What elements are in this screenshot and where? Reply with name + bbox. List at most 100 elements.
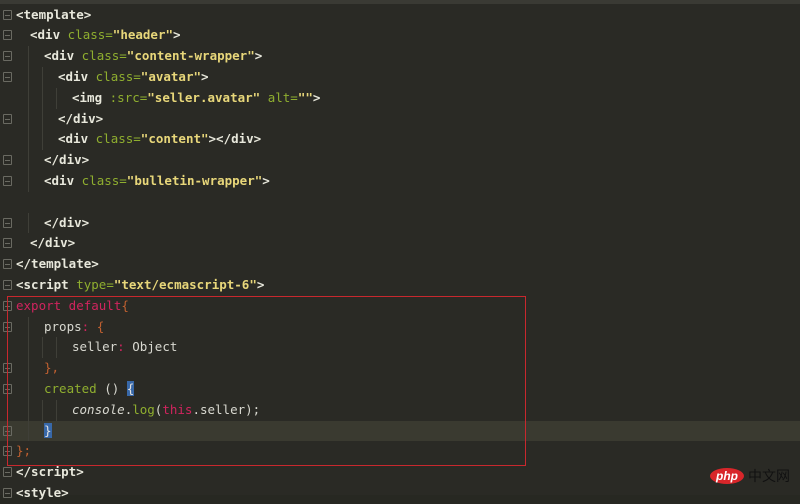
fold-marker-icon[interactable] (3, 51, 12, 62)
code-text: created () { (44, 379, 135, 400)
code-line[interactable]: created () { (0, 379, 800, 400)
code-token: "seller.avatar" (147, 89, 261, 105)
code-line[interactable]: </div> (0, 108, 800, 130)
code-token: > (262, 173, 270, 188)
code-line[interactable]: console.log(this.seller); (0, 399, 800, 421)
code-text: <div class="avatar"> (58, 67, 209, 88)
code-text: export default{ (16, 296, 129, 317)
code-line[interactable]: seller: Object (0, 337, 800, 359)
code-line[interactable]: export default{ (0, 296, 800, 317)
code-token: <div (58, 69, 96, 84)
code-line[interactable]: </div> (0, 150, 800, 171)
code-token: }, (44, 360, 60, 376)
indent-guide (28, 379, 29, 400)
fold-marker-icon[interactable] (3, 467, 12, 478)
fold-marker-icon[interactable] (3, 176, 12, 186)
code-text: </div> (44, 150, 89, 171)
code-token: </div> (44, 214, 90, 230)
fold-marker-icon[interactable] (3, 30, 12, 41)
code-token: export default (16, 297, 122, 313)
fold-marker-icon[interactable] (3, 300, 12, 311)
code-token: "avatar" (140, 69, 202, 84)
fold-marker-icon[interactable] (3, 217, 12, 228)
code-line[interactable]: <div class="avatar"> (0, 67, 800, 88)
code-line[interactable]: <img :src="seller.avatar" alt=""> (0, 87, 800, 109)
indent-guide (42, 399, 43, 421)
indent-guide (28, 87, 29, 109)
code-token: alt= (260, 89, 298, 105)
code-text: </div> (44, 213, 89, 234)
fold-marker-icon[interactable] (3, 259, 12, 270)
code-text: <div class="content-wrapper"> (44, 46, 262, 67)
watermark-logo: php 中文网 (710, 466, 790, 486)
code-token: > (173, 27, 181, 43)
code-line[interactable]: <div class="bulletin-wrapper"> (0, 171, 800, 192)
code-line[interactable]: <div class="content-wrapper"> (0, 46, 800, 67)
code-text: <style> (16, 483, 69, 504)
code-token: class= (95, 131, 141, 147)
code-line[interactable]: props: { (0, 316, 800, 338)
indent-guide (28, 420, 29, 442)
code-token: } (44, 422, 52, 438)
code-text: </div> (58, 109, 103, 130)
indent-guide (28, 212, 29, 234)
code-token: { (96, 318, 105, 334)
code-token: "header" (112, 27, 174, 43)
code-line[interactable]: </script> (0, 462, 800, 483)
code-editor[interactable]: <template> <div class="header"> <div class… (0, 0, 800, 500)
code-line[interactable]: <div class="header"> (0, 25, 800, 46)
code-text: <div class="content"></div> (58, 129, 261, 150)
code-line[interactable] (0, 192, 800, 213)
code-line[interactable]: }; (0, 441, 800, 462)
code-line[interactable]: <script type="text/ecmascript-6"> (0, 275, 800, 296)
fold-marker-icon[interactable] (3, 9, 12, 20)
code-line[interactable]: }, (0, 358, 800, 379)
code-line[interactable]: </template> (0, 254, 800, 275)
code-line[interactable]: </div> (0, 212, 800, 234)
code-text: <script type="text/ecmascript-6"> (16, 275, 264, 296)
code-token: class= (81, 48, 127, 64)
code-token: console (72, 401, 125, 417)
code-token: seller (72, 339, 118, 355)
code-token: <div (58, 131, 96, 147)
code-token: }; (16, 443, 32, 459)
watermark-brand: php (710, 468, 744, 484)
code-token: class= (95, 69, 141, 84)
indent-guide (42, 108, 43, 130)
code-token: "bulletin-wrapper" (126, 173, 263, 188)
fold-marker-icon[interactable] (3, 238, 12, 249)
indent-guide (28, 358, 29, 379)
fold-marker-icon[interactable] (3, 446, 12, 457)
code-line[interactable]: <template> (0, 5, 800, 26)
fold-marker-icon[interactable] (3, 384, 12, 394)
code-line[interactable]: </div> (0, 233, 800, 254)
code-text: <div class="bulletin-wrapper"> (44, 171, 270, 192)
fold-marker-icon[interactable] (3, 425, 12, 436)
code-line[interactable]: <style> (0, 483, 800, 504)
fold-marker-icon[interactable] (3, 155, 12, 166)
code-line[interactable]: } (0, 420, 800, 442)
fold-marker-icon[interactable] (3, 321, 12, 332)
code-text: </div> (30, 233, 75, 254)
indent-guide (28, 171, 29, 192)
code-token: </script> (16, 464, 84, 480)
code-token: .seller); (192, 401, 261, 417)
indent-guide (42, 67, 43, 88)
indent-guide (42, 87, 43, 109)
fold-marker-icon[interactable] (3, 72, 12, 82)
code-line[interactable]: <div class="content"></div> (0, 129, 800, 151)
fold-marker-icon[interactable] (3, 113, 12, 124)
code-token: <template> (16, 6, 92, 22)
code-token: <img (72, 89, 110, 105)
code-token: "content-wrapper" (126, 48, 255, 64)
code-token: () (96, 381, 127, 396)
editor-top-border (0, 0, 800, 4)
code-token: > (254, 48, 263, 64)
fold-marker-icon[interactable] (3, 280, 12, 290)
indent-guide (28, 108, 29, 130)
fold-marker-icon[interactable] (3, 488, 12, 498)
fold-marker-icon[interactable] (3, 363, 12, 374)
code-token: ></div> (208, 131, 262, 147)
code-token: : (117, 339, 133, 355)
code-text: console.log(this.seller); (72, 400, 260, 421)
